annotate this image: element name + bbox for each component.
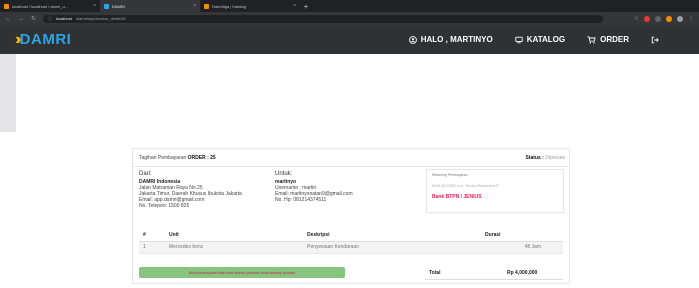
- navbar-links: HALO , MARTINYO KATALOG ORDER: [408, 25, 659, 54]
- favicon-icon: [104, 3, 109, 9]
- extension-icon[interactable]: [666, 15, 672, 22]
- url-path: /damri/app/invoice_detail/25: [75, 16, 126, 21]
- tab-title: DAMRI: [112, 3, 125, 9]
- nav-order-label: ORDER: [600, 35, 629, 44]
- invoice-title: Tagihan Pembayaran ORDER : 25: [139, 155, 216, 161]
- new-tab-button[interactable]: +: [300, 0, 312, 12]
- extension-icon[interactable]: [644, 15, 650, 22]
- cell-unit: Mercedes benz: [169, 241, 307, 254]
- favicon-icon: [4, 3, 9, 9]
- nav-katalog-link[interactable]: KATALOG: [515, 35, 565, 44]
- to-phone: No. Hp: 081214374511: [275, 197, 327, 203]
- close-tab-icon[interactable]: ×: [93, 3, 96, 9]
- invoice-items-table: # Unit Deskripsi Durasi 1 Mercedes benz …: [139, 229, 563, 254]
- payment-caption: Rekening Pembayaran: [432, 173, 468, 177]
- payment-account: 90014227392 a.n. Teuku Mahendra P: [432, 183, 499, 188]
- side-panel: [0, 54, 16, 132]
- invoice-parties: Dari: DAMRI Indonesia Jalan Matraman Ray…: [133, 167, 569, 225]
- col-header-duration: Durasi: [485, 229, 563, 242]
- greeting-text: HALO , MARTINYO: [420, 35, 493, 44]
- close-tab-icon[interactable]: ×: [293, 3, 296, 9]
- extension-icon[interactable]: [655, 15, 661, 22]
- profile-avatar[interactable]: [677, 15, 683, 22]
- browser-tab-katalog[interactable]: Damritiga | Katalog ×: [200, 0, 300, 12]
- extensions-area: ☆ ⋮: [634, 15, 694, 22]
- table-row: 1 Mercedes benz Penyewaan Kendaraan 48 J…: [139, 241, 563, 254]
- from-heading: Dari:: [139, 171, 152, 177]
- col-header-number: #: [139, 229, 169, 242]
- tab-title: localhost / localhost / damri_u...: [12, 3, 69, 9]
- total-divider: [425, 279, 563, 280]
- payment-bank: Bank BTPN / JENIUS: [432, 194, 482, 200]
- status-value: Diproses: [545, 154, 565, 161]
- total-value: Rp 4,000,000: [507, 270, 538, 276]
- browser-tab-phpmyadmin[interactable]: localhost / localhost / damri_u... ×: [0, 0, 100, 12]
- cell-number: 1: [139, 241, 169, 254]
- url-host: localhost: [56, 16, 72, 21]
- favicon-icon: [204, 3, 209, 9]
- forward-icon[interactable]: →: [18, 16, 24, 22]
- user-icon: [408, 35, 417, 44]
- nav-order-link[interactable]: ORDER: [587, 35, 629, 44]
- back-icon[interactable]: ←: [5, 16, 11, 22]
- order-number: ORDER : 25: [187, 154, 216, 161]
- brand-text: DAMRI: [19, 31, 72, 48]
- table-header-row: # Unit Deskripsi Durasi: [139, 229, 563, 242]
- col-header-description: Deskripsi: [307, 229, 485, 242]
- payment-received-alert: Bukti pembayaran telah kami terima, pesa…: [139, 267, 345, 278]
- browser-tab-damri[interactable]: DAMRI ×: [100, 0, 200, 12]
- nav-katalog-label: KATALOG: [526, 35, 566, 44]
- reload-icon[interactable]: ↻: [31, 16, 36, 22]
- invoice-title-prefix: Tagihan Pembayaran: [139, 154, 187, 161]
- status-label: Status :: [525, 154, 544, 161]
- invoice-header: Tagihan Pembayaran ORDER : 25 Status : D…: [133, 149, 569, 167]
- payment-info-box: Rekening Pembayaran 90014227392 a.n. Teu…: [426, 169, 564, 213]
- total-label: Total: [429, 270, 441, 276]
- cart-icon: [587, 35, 596, 44]
- monitor-icon: [515, 36, 523, 43]
- to-section: Untuk: martinyo Username : martin Email:…: [275, 171, 353, 203]
- browser-toolbar: ← → ↻ ⓘ localhost/damri/app/invoice_deta…: [0, 12, 699, 25]
- col-header-unit: Unit: [169, 229, 307, 242]
- tab-title: Damritiga | Katalog: [212, 3, 246, 9]
- site-info-icon[interactable]: ⓘ: [48, 16, 52, 22]
- from-section: Dari: DAMRI Indonesia Jalan Matraman Ray…: [139, 171, 242, 209]
- browser-menu-icon[interactable]: ⋮: [688, 16, 694, 22]
- cell-duration: 48 Jam: [485, 241, 563, 254]
- nav-profile-link[interactable]: HALO , MARTINYO: [408, 35, 493, 44]
- to-heading: Untuk:: [275, 171, 293, 177]
- brand-logo[interactable]: ›› DAMRI: [15, 31, 71, 48]
- sign-out-icon: [651, 36, 659, 43]
- from-phone: No. Telepon: 1500 825: [139, 203, 190, 209]
- cell-description: Penyewaan Kendaraan: [307, 241, 485, 254]
- invoice-status: Status : Diproses: [526, 155, 565, 161]
- logout-button[interactable]: [651, 36, 659, 44]
- invoice-card: Tagihan Pembayaran ORDER : 25 Status : D…: [132, 148, 570, 284]
- address-bar[interactable]: ⓘ localhost/damri/app/invoice_detail/25: [43, 14, 604, 23]
- browser-tab-strip: localhost / localhost / damri_u... × DAM…: [0, 0, 699, 12]
- logo-chevrons-icon: ››: [15, 30, 21, 48]
- app-navbar: ›› DAMRI HALO , MARTINYO KATALOG ORDER: [0, 25, 699, 54]
- close-tab-icon[interactable]: ×: [193, 3, 196, 9]
- bookmark-star-icon[interactable]: ☆: [634, 16, 639, 22]
